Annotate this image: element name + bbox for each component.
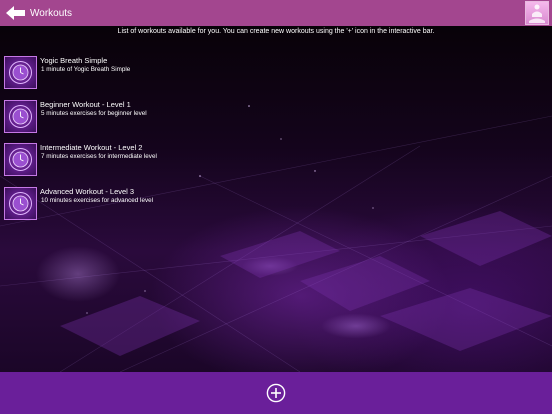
list-item[interactable]: Yogic Breath Simple 1 minute of Yogic Br… — [4, 56, 304, 89]
list-item[interactable]: Intermediate Workout - Level 2 7 minutes… — [4, 143, 304, 176]
timer-icon — [4, 143, 37, 176]
info-text: List of workouts available for you. You … — [117, 28, 435, 35]
workout-title: Yogic Breath Simple — [40, 56, 108, 65]
workout-description: 5 minutes exercises for beginner level — [41, 109, 147, 117]
workouts-screen: Workouts List of workouts available for … — [0, 0, 552, 414]
add-workout-button[interactable] — [266, 383, 286, 403]
timer-icon — [4, 99, 37, 133]
list-item[interactable]: Beginner Workout - Level 1 5 minutes exe… — [4, 99, 304, 133]
workout-description: 7 minutes exercises for intermediate lev… — [41, 153, 157, 160]
page-title: Workouts — [30, 7, 73, 19]
back-button[interactable]: Workouts — [6, 4, 72, 22]
left-arrow-icon — [6, 6, 25, 20]
workout-title: Beginner Workout - Level 1 — [40, 99, 131, 109]
timer-icon — [4, 186, 37, 220]
add-circle-icon — [266, 383, 286, 403]
list-item[interactable]: Advanced Workout - Level 3 10 minutes ex… — [4, 186, 304, 220]
timer-icon — [4, 56, 37, 89]
workout-list: Yogic Breath Simple 1 minute of Yogic Br… — [4, 56, 304, 230]
workout-description: 1 minute of Yogic Breath Simple — [41, 66, 131, 73]
meditation-avatar-icon — [529, 4, 545, 23]
avatar[interactable] — [525, 1, 549, 25]
top-bar: Workouts — [0, 0, 552, 26]
workout-title: Advanced Workout - Level 3 — [40, 186, 135, 196]
workout-title: Intermediate Workout - Level 2 — [40, 143, 143, 152]
interactive-bar — [0, 372, 552, 414]
workout-description: 10 minutes exercises for advanced level — [41, 196, 154, 204]
